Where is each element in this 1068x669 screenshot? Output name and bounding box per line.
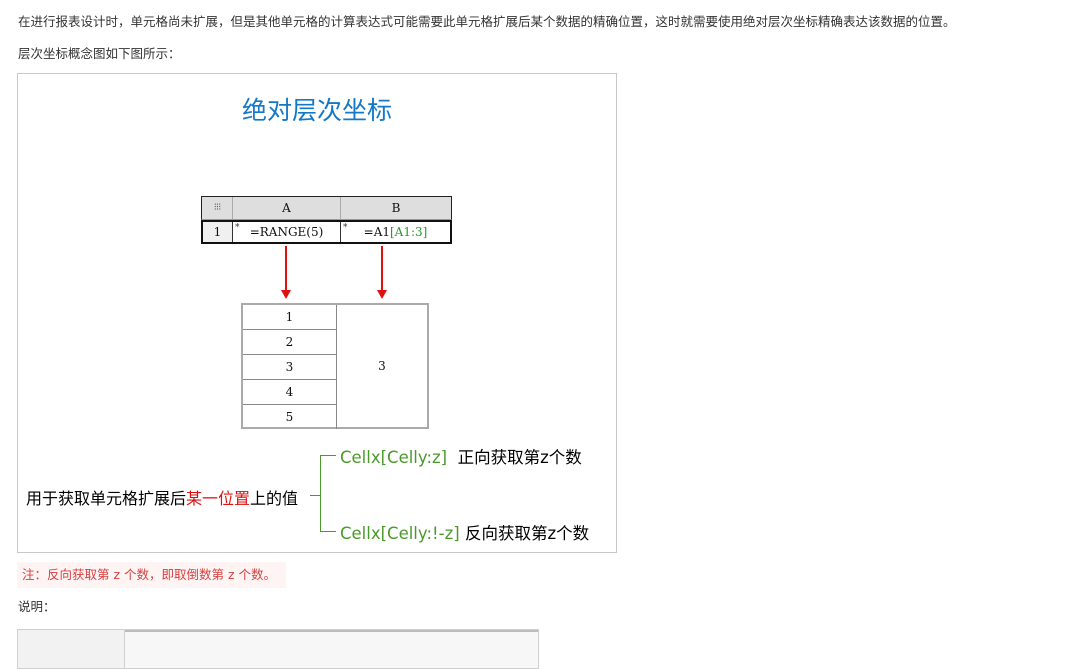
figure-caption: 层次坐标概念图如下图所示： [18,46,181,61]
result-b-cell: 3 [378,359,386,373]
cell-a1: * =RANGE(5) [233,222,341,242]
explanation-table [17,629,539,669]
result-cell-3: 3 [243,355,337,380]
explanation-heading: 说明： [18,599,56,614]
arrow-a-head-icon [281,290,291,299]
reverse-expression: Cellx[Celly:!-z] [340,524,460,543]
result-cell-1: 1 [243,305,337,330]
annotation-after: 上的值 [250,489,299,508]
cell-b1-bracket: [A1:3] [390,225,428,239]
row-number: 1 [203,222,233,242]
result-cell-5: 5 [243,405,337,429]
column-header-b: B [391,201,401,215]
cell-a1-formula: =RANGE(5) [249,225,324,239]
reverse-text: 反向获取第z个数 [464,524,590,543]
cell-b1: * =A1[A1:3] [341,222,450,242]
expand-marker-icon: * [235,223,240,233]
annotation-reverse: Cellx[Celly:!-z] 反向获取第z个数 [340,520,589,544]
result-cell-4: 4 [243,380,337,405]
annotation-main: 用于获取单元格扩展后某一位置上的值 [26,485,298,509]
brace-top [320,455,336,456]
cell-b1-prefix: =A1 [363,225,390,239]
table-first-column [18,630,125,668]
column-header-a: A [233,197,341,219]
brace-bottom [320,531,336,532]
expand-marker-icon: * [343,223,348,233]
forward-expression: Cellx[Celly:z] [340,448,448,467]
result-cell-2: 2 [243,330,337,355]
expanded-result-table: 1 2 3 4 5 3 [241,303,429,429]
forward-text: 正向获取第z个数 [457,448,582,467]
spreadsheet-header-row: ⁝⁝⁝ A B [201,196,452,220]
brace-connector [310,495,320,496]
arrow-b-head-icon [377,290,387,299]
annotation-before: 用于获取单元格扩展后 [26,489,187,508]
intro-paragraph: 在进行报表设计时，单元格尚未扩展，但是其他单元格的计算表达式可能需要此单元格扩展… [18,14,956,29]
figure-title: 绝对层次坐标 [241,96,392,125]
brace-vertical [320,455,321,532]
annotation-forward: Cellx[Celly:z] 正向获取第z个数 [340,444,582,468]
note-callout: 注：反向获取第 z 个数，即取倒数第 z 个数。 [17,562,287,588]
spreadsheet-row-1: 1 * =RANGE(5) * =A1[A1:3] [201,220,452,244]
concept-figure: 绝对层次坐标 ⁝⁝⁝ A B 1 * =RANGE(5) * =A1[A1:3]… [17,73,617,553]
annotation-highlight: 某一位置 [186,489,251,508]
grid-corner-icon: ⁝⁝⁝ [202,197,233,219]
